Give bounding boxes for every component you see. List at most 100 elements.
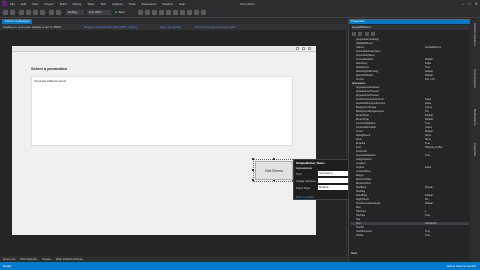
- property-row[interactable]: Font Tahoma, 8.25pt: [351, 146, 469, 149]
- minimize-button[interactable]: –: [462, 1, 464, 6]
- events-icon[interactable]: [371, 32, 375, 36]
- property-row[interactable]: AutoSizeInLayoutControl False: [351, 98, 469, 101]
- property-row[interactable]: Locked False: [351, 166, 469, 169]
- menu-item[interactable]: Tools: [129, 2, 136, 6]
- task-text-input[interactable]: Get Demo: [318, 171, 350, 176]
- property-row[interactable]: AppearanceHovered: [351, 90, 469, 93]
- property-value[interactable]: True: [425, 142, 430, 145]
- categorized-icon[interactable]: [352, 32, 356, 36]
- property-value[interactable]: Default: [425, 194, 433, 197]
- property-value[interactable]: Tahoma, 8.25pt: [425, 146, 442, 149]
- menu-item[interactable]: Build: [60, 2, 67, 6]
- property-row[interactable]: (Name) simpleButton1: [351, 46, 469, 49]
- property-value[interactable]: Default: [425, 58, 433, 61]
- save-icon[interactable]: [33, 10, 38, 15]
- resize-handle[interactable]: [273, 158, 275, 160]
- dont-show-again-link[interactable]: Don't show this message again: [195, 25, 236, 29]
- toolbar-icon[interactable]: [194, 10, 199, 15]
- property-row[interactable]: AccessibleRole Default: [351, 58, 469, 61]
- property-row[interactable]: BorderStyle Default: [351, 114, 469, 117]
- menu-item[interactable]: Debug: [72, 2, 81, 6]
- property-value[interactable]: Default: [425, 70, 433, 73]
- menu-item[interactable]: Analyze: [112, 2, 123, 6]
- property-value[interactable]: True: [425, 234, 430, 237]
- toolbar-icon[interactable]: [145, 10, 150, 15]
- property-row[interactable]: AppearanceDisabled: [351, 86, 469, 89]
- menu-item[interactable]: Edit: [21, 2, 26, 6]
- property-row[interactable]: Margin: [351, 174, 469, 177]
- property-value[interactable]: False: [425, 62, 431, 65]
- menu-item[interactable]: Extensions: [142, 2, 157, 6]
- menu-item[interactable]: Test: [100, 2, 106, 6]
- back-icon[interactable]: [3, 10, 8, 15]
- property-value[interactable]: Default: [425, 74, 433, 77]
- property-row[interactable]: Visible True: [351, 234, 469, 237]
- toolbar-icon[interactable]: [187, 10, 192, 15]
- property-row[interactable]: AccessibleName: [351, 54, 469, 57]
- toolbar-icon[interactable]: [138, 10, 143, 15]
- redo-icon[interactable]: [56, 10, 61, 15]
- property-value[interactable]: (none): [425, 106, 432, 109]
- property-value[interactable]: Default: [425, 114, 433, 117]
- property-row[interactable]: ImageOptions: [351, 158, 469, 161]
- add-to-source-control[interactable]: Add to Source Control: [446, 264, 476, 268]
- property-row[interactable]: Dock None: [351, 138, 469, 141]
- maximize-button[interactable]: □: [468, 1, 470, 6]
- property-row[interactable]: Location: [351, 162, 469, 165]
- property-row[interactable]: Appearance: [351, 82, 469, 85]
- property-row[interactable]: TabIndex 1: [351, 210, 469, 213]
- property-row[interactable]: ButtonStyle Default: [351, 118, 469, 121]
- menu-item[interactable]: Window: [162, 2, 173, 6]
- property-value[interactable]: True: [425, 230, 430, 233]
- tab-solution-explorer[interactable]: Solution Explorer: [472, 23, 477, 46]
- property-row[interactable]: AllowFocus True: [351, 66, 469, 69]
- alphabetical-icon[interactable]: [358, 32, 362, 36]
- property-value[interactable]: False: [425, 166, 431, 169]
- menu-item[interactable]: Help: [179, 2, 185, 6]
- property-row[interactable]: TabStop True: [351, 214, 469, 217]
- property-value[interactable]: 1: [425, 210, 426, 213]
- toolbar-icon[interactable]: [159, 10, 164, 15]
- restart-scaling-link[interactable]: Restart Visual Studio with 100% scaling: [84, 25, 137, 29]
- property-row[interactable]: AppearancePressed: [351, 94, 469, 97]
- property-value[interactable]: True: [425, 66, 430, 69]
- property-row[interactable]: Size: [351, 206, 469, 209]
- tab-team-explorer[interactable]: Team Explorer: [472, 69, 477, 88]
- property-row[interactable]: (ApplicationSettings): [351, 38, 469, 41]
- property-row[interactable]: (DataBindings): [351, 42, 469, 45]
- property-row[interactable]: Modifiers Private: [351, 186, 469, 189]
- property-value[interactable]: True: [425, 154, 430, 157]
- property-value[interactable]: Top, Left: [425, 78, 435, 81]
- property-row[interactable]: Text Get Demo: [351, 222, 469, 225]
- property-value[interactable]: False: [425, 102, 431, 105]
- tab-notifications[interactable]: Notifications: [472, 109, 477, 125]
- properties-view-icon[interactable]: [365, 32, 369, 36]
- property-value[interactable]: (none): [425, 126, 432, 129]
- property-value[interactable]: Private: [425, 186, 433, 189]
- property-row[interactable]: AccessibleDescription: [351, 50, 469, 53]
- menu-item[interactable]: File: [10, 2, 15, 6]
- property-row[interactable]: Padding: [351, 190, 469, 193]
- property-row[interactable]: Cursor Default: [351, 130, 469, 133]
- property-value[interactable]: Default: [425, 202, 433, 205]
- property-row[interactable]: Anchor Top, Left: [351, 78, 469, 81]
- property-value[interactable]: None: [425, 134, 431, 137]
- property-value[interactable]: No: [425, 198, 428, 201]
- property-row[interactable]: RightToLeft No: [351, 198, 469, 201]
- toolbar-icon[interactable]: [173, 10, 178, 15]
- properties-object-selector[interactable]: simpleButton1: [351, 25, 469, 30]
- property-value[interactable]: True: [425, 214, 430, 217]
- property-row[interactable]: Tag: [351, 218, 469, 221]
- property-row[interactable]: Enabled True: [351, 142, 469, 145]
- toolbar-icon[interactable]: [152, 10, 157, 15]
- property-row[interactable]: AutoWidthInLayoutControl False: [351, 102, 469, 105]
- menu-item[interactable]: View: [32, 2, 38, 6]
- resize-handle[interactable]: [252, 179, 254, 181]
- property-value[interactable]: simpleButton1: [425, 46, 441, 49]
- property-row[interactable]: BackgroundImageLayout Tile: [351, 110, 469, 113]
- property-row[interactable]: MaximumSize: [351, 178, 469, 181]
- property-row[interactable]: AllowHtmlDraw Default: [351, 74, 469, 77]
- property-row[interactable]: ToolTip: [351, 226, 469, 229]
- property-value[interactable]: Default: [425, 118, 433, 121]
- close-button[interactable]: ✕: [475, 1, 478, 6]
